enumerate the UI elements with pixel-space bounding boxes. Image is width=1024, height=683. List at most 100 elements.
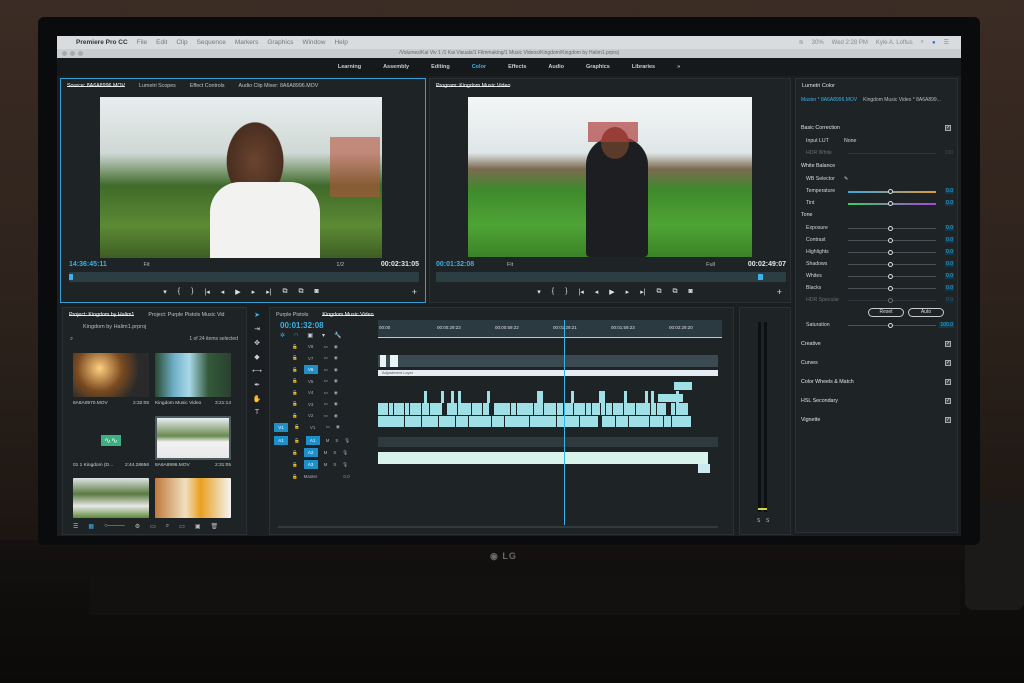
timeline-clip[interactable] (491, 416, 505, 427)
overwrite-button[interactable]: ⧉ (299, 288, 304, 296)
toggle-sync-icon[interactable]: ▭ (324, 344, 328, 350)
contrast-slider[interactable]: Contrast 0.0 (806, 235, 954, 245)
timeline-clip[interactable] (556, 416, 579, 427)
trash-icon[interactable]: 🗑 (210, 523, 218, 530)
timeline-clip[interactable] (390, 355, 398, 367)
source-patch-v1[interactable]: V1 (274, 422, 288, 432)
notifications-icon[interactable]: ☰ (944, 39, 949, 46)
timeline-clip[interactable] (671, 416, 691, 427)
toggle-sync-icon[interactable]: ▭ (324, 355, 328, 361)
menu-clip[interactable]: Clip (176, 39, 187, 46)
timeline-clip[interactable] (585, 403, 591, 415)
eyedropper-icon[interactable]: ✎ (844, 176, 848, 182)
icon-view-icon[interactable]: ▦ (88, 523, 94, 530)
source-resolution-dropdown[interactable]: 1/2 (336, 262, 344, 268)
solo-button[interactable]: S (333, 450, 336, 455)
razor-tool-icon[interactable]: ◆ (254, 353, 259, 361)
program-timecode[interactable]: 00:01:32:08 (436, 261, 474, 268)
menu-file[interactable]: File (137, 39, 147, 46)
timeline-clip[interactable] (483, 403, 489, 415)
sequence-clip-dropdown[interactable]: Kingdom Music Video * 8A6A899... (863, 97, 941, 103)
slider-value[interactable]: 0.0 (945, 297, 954, 303)
program-scrubber[interactable] (436, 272, 786, 282)
highlights-slider[interactable]: Highlights 0.0 (806, 247, 954, 257)
timeline-clip[interactable] (698, 464, 710, 473)
tint-value[interactable]: 0.0 (945, 200, 954, 206)
eye-icon[interactable]: ◉ (334, 367, 338, 373)
toggle-sync-icon[interactable]: ▭ (326, 424, 330, 430)
timeline-clip[interactable] (388, 403, 394, 415)
go-to-out-button[interactable]: ▸| (266, 288, 271, 296)
timeline-clip[interactable] (505, 416, 530, 427)
mark-out-button[interactable]: } (191, 288, 193, 296)
timeline-clip[interactable] (421, 416, 438, 427)
tint-slider[interactable]: Tint 0.0 (806, 198, 954, 208)
lock-icon[interactable]: 🔓 (292, 413, 298, 419)
timeline-clip[interactable] (674, 382, 692, 390)
time-ruler[interactable]: 00:00 00:00:29:23 00:00:59:22 00:01:29:21 00… (378, 320, 722, 338)
toggle-sync-icon[interactable]: ▭ (324, 367, 328, 373)
program-fit-dropdown[interactable]: Fit (507, 262, 513, 268)
toggle-sync-icon[interactable]: ▭ (324, 413, 328, 419)
temperature-value[interactable]: 0.0 (945, 188, 954, 194)
whites-slider[interactable]: Whites 0.0 (806, 271, 954, 281)
section-vignette[interactable]: Vignette ✓ (801, 417, 951, 423)
source-scrubber[interactable] (69, 272, 419, 282)
tab-project-kingdom[interactable]: Project: Kingdom by Halim1 (69, 312, 135, 318)
toggle-sync-icon[interactable]: ▭ (324, 378, 328, 384)
timeline-clip[interactable] (394, 403, 404, 415)
tab-effect-controls[interactable]: Effect Controls (190, 83, 225, 89)
track-name[interactable]: V7 (304, 354, 318, 363)
wrench-icon[interactable]: 🔧 (334, 332, 341, 339)
source-video-frame[interactable] (100, 97, 382, 258)
timeline-scrollbar[interactable] (278, 526, 718, 528)
menu-help[interactable]: Help (334, 39, 347, 46)
slider-value[interactable]: 0.0 (945, 261, 954, 267)
eye-icon[interactable]: ◉ (334, 355, 338, 361)
source-timecode[interactable]: 14:36:45:11 (69, 261, 107, 268)
reset-button[interactable]: Reset (868, 308, 904, 317)
toggle-sync-icon[interactable]: ▭ (324, 401, 328, 407)
go-to-in-button[interactable]: |◂ (204, 288, 209, 296)
slider-value[interactable]: 0.0 (945, 225, 954, 231)
mute-button[interactable]: M (324, 450, 328, 455)
timeline-clip[interactable] (650, 416, 663, 427)
project-thumb-6[interactable] (155, 478, 231, 518)
lock-icon[interactable]: 🔓 (294, 438, 300, 444)
snap-icon[interactable]: ∩ (294, 332, 298, 339)
lift-button[interactable]: ⧉ (657, 288, 662, 296)
timeline-clip[interactable] (624, 391, 628, 403)
section-creative[interactable]: Creative ✓ (801, 341, 951, 347)
mute-button[interactable]: M (326, 438, 330, 443)
timeline-clip[interactable] (644, 391, 648, 403)
program-resolution-dropdown[interactable]: Full (706, 262, 715, 268)
mic-icon[interactable]: 🎙 (342, 462, 348, 468)
input-lut-dropdown[interactable]: None (844, 138, 856, 144)
timeline-clip[interactable] (656, 403, 667, 415)
timeline-clip[interactable] (458, 391, 462, 403)
more-workspaces-button[interactable]: » (677, 64, 680, 70)
timeline-clip[interactable] (658, 394, 683, 402)
timeline-clip[interactable] (663, 416, 671, 427)
track-name[interactable]: A3 (303, 460, 318, 469)
timeline-clip[interactable] (530, 416, 556, 427)
eye-icon[interactable]: ◉ (336, 424, 340, 430)
lock-icon[interactable]: 🔓 (292, 367, 298, 373)
tab-program[interactable]: Program: Kingdom Music Video (436, 83, 511, 89)
slider-value[interactable]: 0.0 (945, 273, 954, 279)
timeline-clip[interactable] (422, 403, 429, 415)
program-video-frame[interactable] (468, 97, 752, 257)
project-item-4[interactable]: 8A6A8996.MOV 2:31:05 (155, 463, 231, 468)
tab-project-purple-pistols[interactable]: Project: Purple Pistols Music Vid (148, 312, 224, 318)
add-marker-button[interactable]: ▾ (163, 288, 167, 296)
timeline-clip[interactable] (544, 403, 557, 415)
timeline-clip[interactable] (675, 403, 689, 415)
tab-purple-pistols[interactable]: Purple Pistols (276, 312, 308, 318)
saturation-value[interactable]: 100.0 (939, 322, 954, 328)
slider-value[interactable]: 0.0 (945, 249, 954, 255)
lock-icon[interactable]: 🔓 (292, 401, 298, 407)
battery-status[interactable]: 30% (812, 40, 824, 46)
tab-audio-clip-mixer[interactable]: Audio Clip Mixer: 8A6A8996.MOV (238, 83, 318, 89)
slider-knob[interactable] (888, 237, 893, 243)
app-name[interactable]: Premiere Pro CC (76, 39, 128, 46)
